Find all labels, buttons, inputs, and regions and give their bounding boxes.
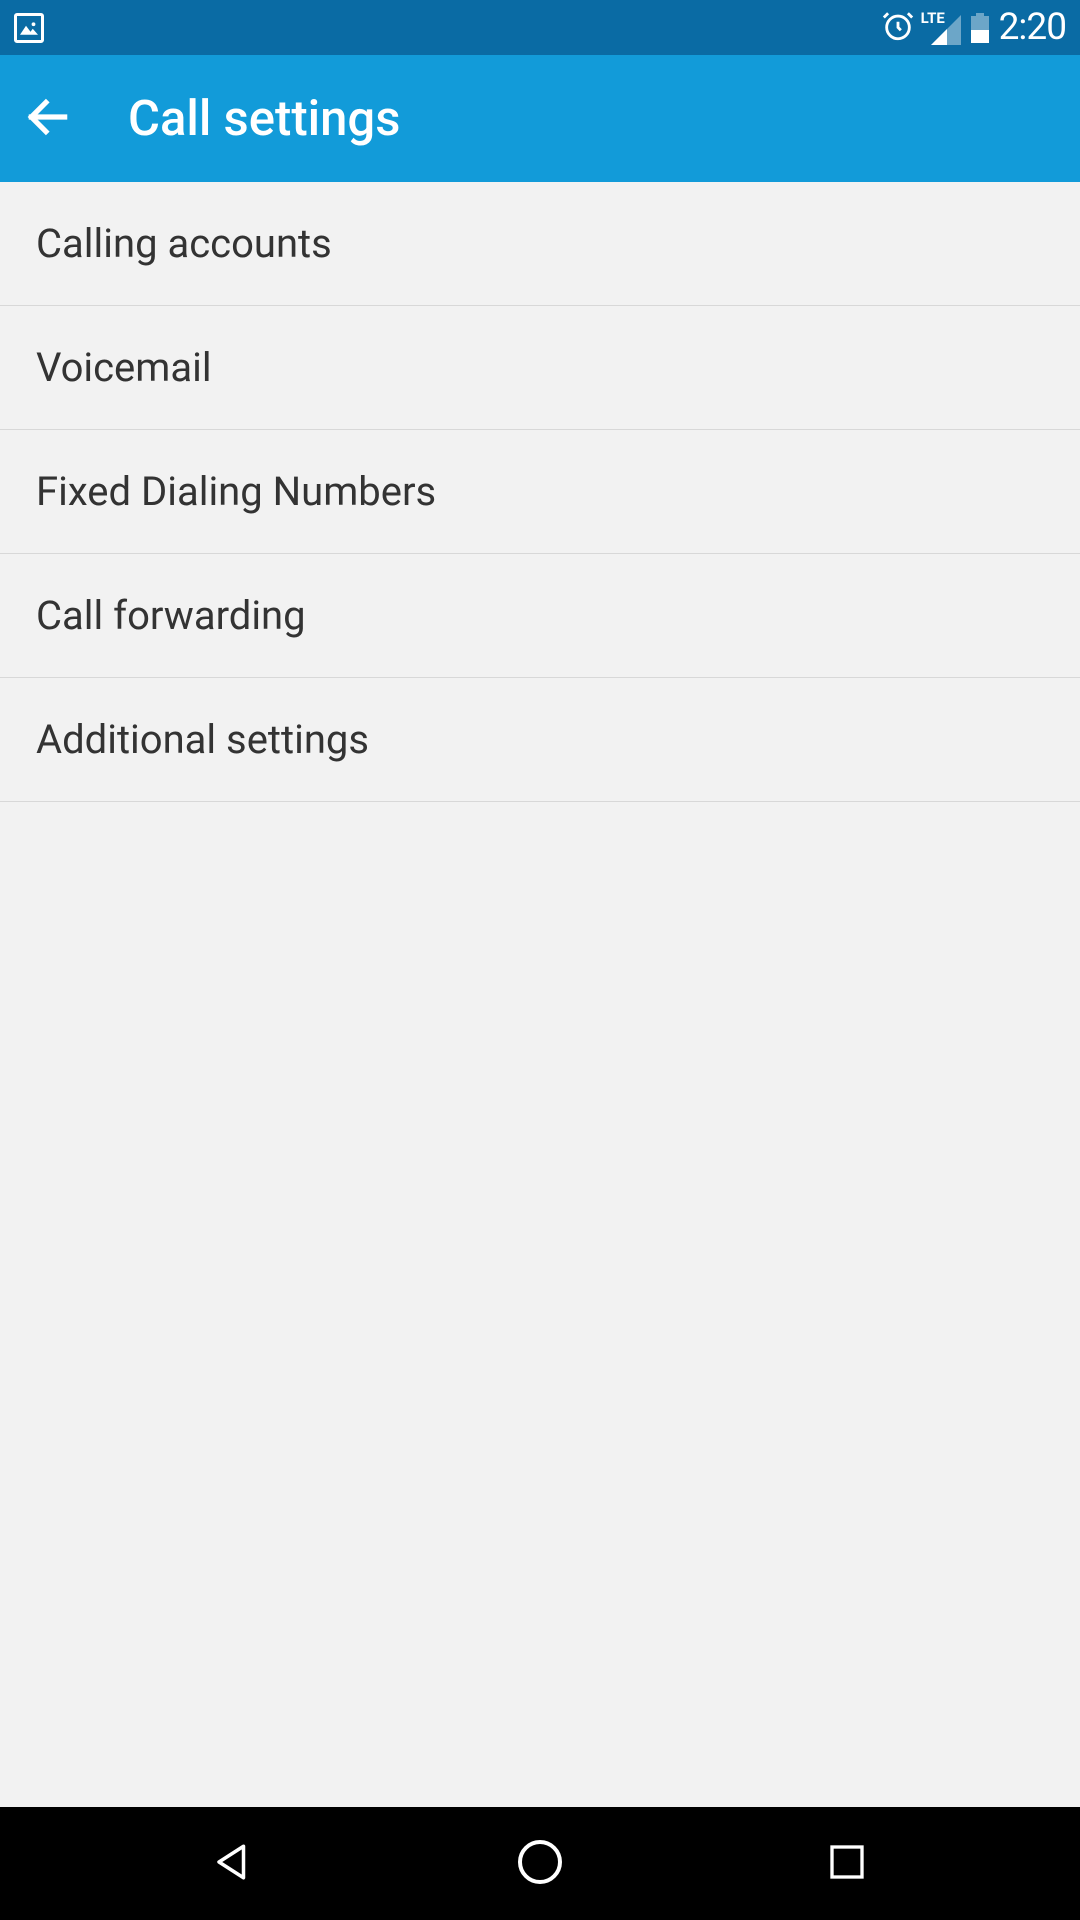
alarm-icon [881,9,915,47]
nav-back-button[interactable] [188,1819,278,1909]
cellular-signal-icon: LTE [925,11,961,45]
screenshot-notification-icon [14,13,44,43]
settings-item-fixed-dialing-numbers[interactable]: Fixed Dialing Numbers [0,430,1080,554]
status-left [14,13,44,43]
settings-item-label: Additional settings [36,716,369,763]
battery-icon [971,13,989,43]
settings-item-label: Voicemail [36,344,212,391]
page-title: Call settings [128,90,400,147]
settings-item-additional-settings[interactable]: Additional settings [0,678,1080,802]
nav-recent-button[interactable] [802,1819,892,1909]
settings-item-label: Call forwarding [36,592,306,639]
settings-item-voicemail[interactable]: Voicemail [0,306,1080,430]
settings-item-call-forwarding[interactable]: Call forwarding [0,554,1080,678]
app-bar: Call settings [0,55,1080,182]
nav-home-button[interactable] [495,1819,585,1909]
arrow-back-icon [23,92,73,146]
settings-list: Calling accounts Voicemail Fixed Dialing… [0,182,1080,802]
back-button[interactable] [18,89,78,149]
navigation-bar [0,1807,1080,1920]
square-recent-icon [827,1842,867,1886]
triangle-back-icon [212,1841,254,1887]
circle-home-icon [516,1838,564,1890]
status-right: LTE 2:20 [881,6,1066,49]
settings-item-label: Fixed Dialing Numbers [36,468,436,515]
settings-item-calling-accounts[interactable]: Calling accounts [0,182,1080,306]
status-bar: LTE 2:20 [0,0,1080,55]
status-time: 2:20 [999,6,1066,49]
settings-item-label: Calling accounts [36,220,332,267]
